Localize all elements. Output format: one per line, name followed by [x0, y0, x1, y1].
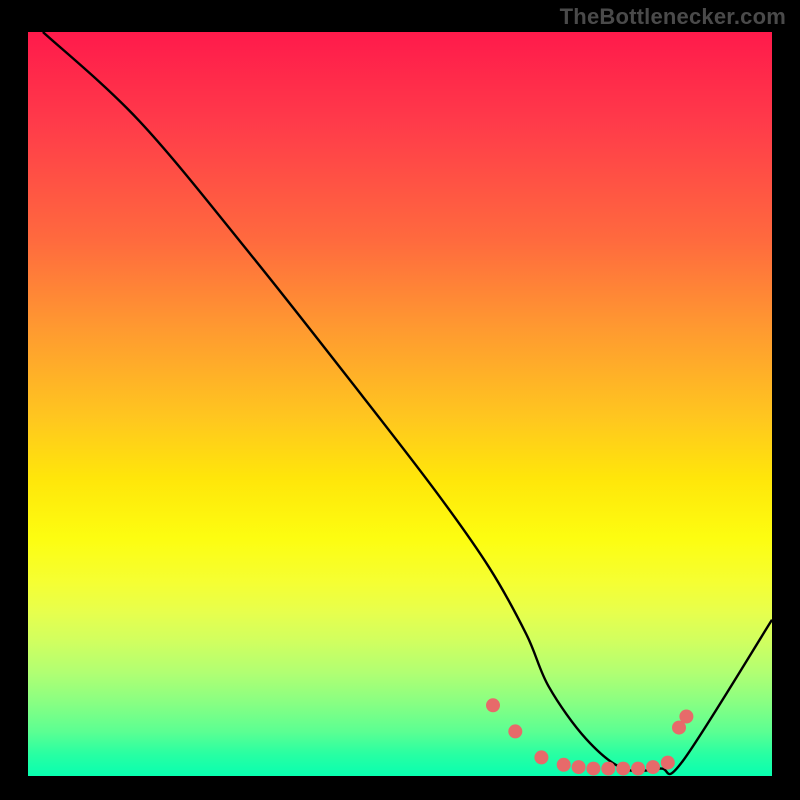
- highlight-markers: [486, 698, 693, 775]
- marker-dot: [534, 750, 548, 764]
- marker-dot: [679, 710, 693, 724]
- marker-dot: [601, 762, 615, 776]
- marker-dot: [486, 698, 500, 712]
- marker-dot: [508, 724, 522, 738]
- marker-dot: [616, 762, 630, 776]
- marker-dot: [586, 762, 600, 776]
- marker-dot: [557, 758, 571, 772]
- plot-area: [28, 32, 772, 776]
- attribution-text: TheBottlenecker.com: [560, 4, 786, 30]
- marker-dot: [572, 760, 586, 774]
- chart-svg: [28, 32, 772, 776]
- chart-frame: TheBottlenecker.com: [0, 0, 800, 800]
- marker-dot: [646, 760, 660, 774]
- marker-dot: [631, 762, 645, 776]
- marker-dot: [661, 756, 675, 770]
- bottleneck-curve: [43, 32, 772, 774]
